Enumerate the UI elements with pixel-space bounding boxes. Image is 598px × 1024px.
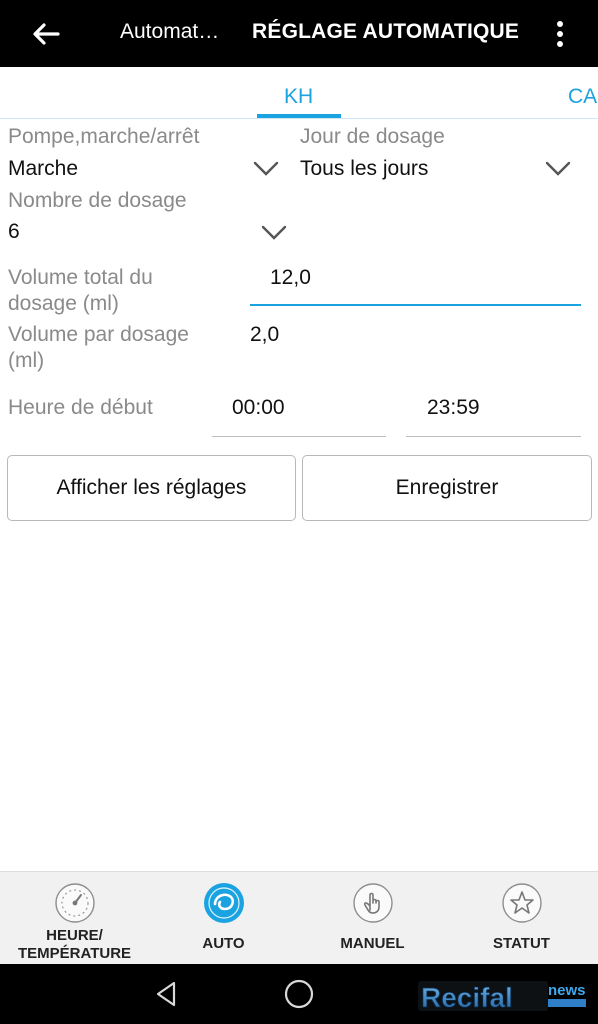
more-vertical-icon[interactable] (548, 16, 572, 52)
nav-statut[interactable]: STATUT (447, 872, 596, 965)
pump-label: Pompe,marche/arrêt (8, 125, 200, 148)
total-volume-input[interactable]: 12,0 (270, 265, 311, 291)
auto-swirl-icon (203, 883, 244, 923)
nav-label: STATUT (493, 935, 550, 952)
app-bar: Automat… RÉGLAGE AUTOMATIQUE (0, 0, 598, 67)
start-time-to-underline (406, 436, 581, 437)
nav-label: AUTO (202, 935, 245, 952)
nav-label: TEMPÉRATURE (17, 945, 132, 962)
back-triangle-icon[interactable] (150, 978, 182, 1010)
chevron-down-icon[interactable] (252, 160, 280, 178)
save-button[interactable]: Enregistrer (302, 455, 592, 521)
total-volume-label-2: dosage (ml) (8, 292, 119, 315)
nav-heure-temperature[interactable]: HEURE/ TEMPÉRATURE (0, 872, 149, 965)
bottom-nav: HEURE/ TEMPÉRATURE AUTO MANUEL STATUT (0, 871, 598, 964)
nav-auto[interactable]: AUTO (149, 872, 298, 965)
day-label: Jour de dosage (300, 125, 445, 148)
home-circle-icon[interactable] (283, 978, 315, 1010)
start-time-from-underline (212, 436, 386, 437)
start-time-to[interactable]: 23:59 (427, 395, 480, 421)
count-select[interactable]: 6 (8, 219, 20, 245)
count-label: Nombre de dosage (8, 189, 187, 212)
total-volume-underline (250, 304, 581, 306)
tab-kh[interactable]: KH (284, 85, 313, 109)
star-icon (501, 883, 542, 923)
gauge-icon (54, 883, 95, 923)
start-time-from[interactable]: 00:00 (232, 395, 285, 421)
per-dose-label-1: Volume par dosage (8, 323, 189, 346)
hand-pointer-icon (352, 883, 393, 923)
tab-indicator (257, 114, 341, 118)
chevron-down-icon[interactable] (260, 224, 288, 242)
nav-label: HEURE/ (46, 927, 103, 944)
nav-label: MANUEL (340, 935, 405, 952)
app-subtitle: Automat… (120, 20, 220, 43)
per-dose-value: 2,0 (250, 323, 280, 346)
show-settings-button[interactable]: Afficher les réglages (7, 455, 296, 521)
total-volume-label-1: Volume total du (8, 266, 153, 289)
start-time-label: Heure de début (8, 396, 153, 419)
tab-bar: KH CA (0, 67, 598, 119)
recifal-news-logo: Recifal news (418, 981, 586, 1013)
nav-manuel[interactable]: MANUEL (298, 872, 447, 965)
watermark-suffix: news (548, 982, 586, 999)
pump-select[interactable]: Marche (8, 156, 78, 182)
page-title: RÉGLAGE AUTOMATIQUE (252, 20, 520, 43)
tab-ca[interactable]: CA (568, 85, 597, 109)
arrow-left-icon[interactable] (28, 16, 64, 52)
day-select[interactable]: Tous les jours (300, 156, 428, 182)
chevron-down-icon[interactable] (544, 160, 572, 178)
watermark-brand: Recifal (421, 982, 513, 1013)
per-dose-label-2: (ml) (8, 349, 45, 372)
